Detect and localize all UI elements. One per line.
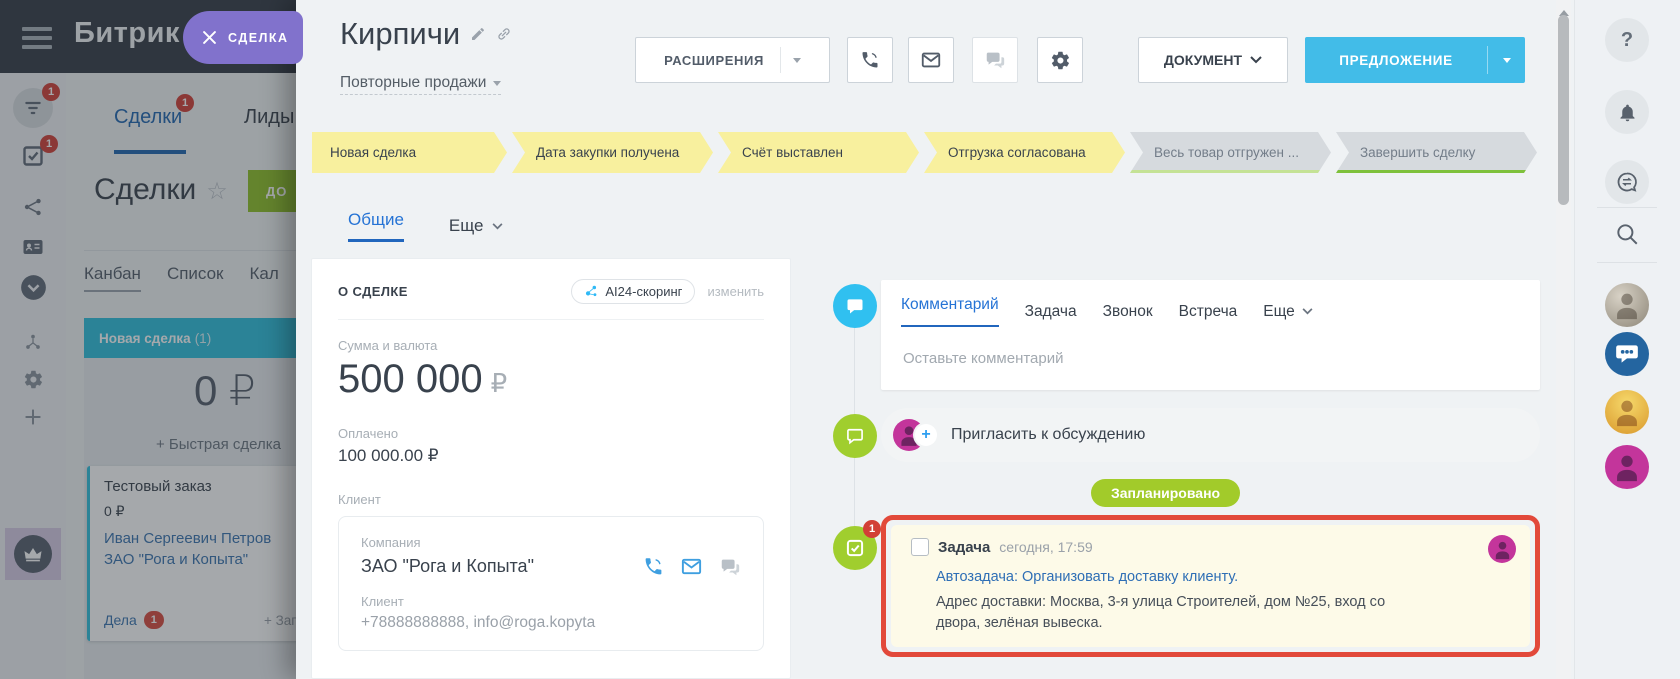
help-icon[interactable]: ? bbox=[1605, 18, 1649, 62]
tab-task[interactable]: Задача bbox=[1025, 296, 1077, 327]
activity-tabs: Комментарий Задача Звонок Встреча Еще bbox=[901, 296, 1520, 327]
planned-badge: Запланировано bbox=[1091, 479, 1240, 507]
deal-slider: Кирпичи Повторные продажи РАСШИРЕНИЯ bbox=[296, 0, 1575, 679]
stage-invoice[interactable]: Счёт выставлен bbox=[718, 132, 919, 173]
divider bbox=[1597, 262, 1657, 263]
caret-down-icon bbox=[493, 81, 501, 90]
right-rail: ? bbox=[1574, 0, 1680, 679]
client-card: Компания ЗАО "Рога и Копыта" bbox=[338, 516, 764, 651]
background-page: Битрик 1 1 bbox=[0, 0, 296, 679]
divider bbox=[1597, 207, 1657, 208]
task-counter-badge: 1 bbox=[863, 520, 881, 538]
currency-symbol: ₽ bbox=[491, 368, 508, 398]
invite-to-discussion[interactable]: + Пригласить к обсуждению bbox=[881, 408, 1540, 462]
close-icon[interactable] bbox=[203, 31, 216, 44]
phone-button[interactable] bbox=[847, 37, 893, 83]
user-avatar[interactable] bbox=[1605, 390, 1649, 434]
caret-down-icon bbox=[793, 58, 801, 67]
task-type: Задача bbox=[938, 539, 990, 556]
stage-new-deal[interactable]: Новая сделка bbox=[312, 132, 507, 173]
comment-node-icon bbox=[833, 284, 877, 328]
scrollbar[interactable] bbox=[1556, 0, 1571, 679]
task-description: Адрес доставки: Москва, 3-я улица Строит… bbox=[936, 592, 1426, 634]
bell-icon[interactable] bbox=[1605, 90, 1649, 134]
gear-button[interactable] bbox=[1037, 37, 1083, 83]
task-card[interactable]: Задача сегодня, 17:59 Автозадача: Органи… bbox=[891, 525, 1530, 647]
messenger-icon[interactable] bbox=[1605, 160, 1649, 204]
tab-more[interactable]: Еще bbox=[449, 210, 503, 242]
pipeline-selector[interactable]: Повторные продажи bbox=[340, 74, 501, 95]
timeline: 1 Комментарий Задача Звонок Встреча Еще bbox=[833, 258, 1540, 679]
about-title: О СДЕЛКЕ bbox=[338, 284, 408, 299]
company-label: Компания bbox=[361, 535, 741, 550]
user-avatar[interactable] bbox=[1605, 283, 1649, 327]
proposal-button[interactable]: ПРЕДЛОЖЕНИЕ bbox=[1305, 37, 1525, 83]
dim-overlay bbox=[0, 0, 296, 679]
stage-purchase-date[interactable]: Дата закупки получена bbox=[512, 132, 713, 173]
company-link[interactable]: ЗАО "Рога и Копыта" bbox=[361, 556, 534, 577]
tab-more-activities[interactable]: Еще bbox=[1263, 296, 1313, 327]
task-checkbox[interactable] bbox=[911, 538, 929, 556]
slider-tab[interactable]: СДЕЛКА bbox=[183, 11, 303, 64]
avatar bbox=[1488, 535, 1516, 563]
slider-tab-label: СДЕЛКА bbox=[228, 31, 289, 45]
deal-tabs: Общие Еще bbox=[348, 210, 503, 242]
client-contacts[interactable]: +78888888888, info@roga.kopyta bbox=[361, 614, 741, 632]
deal-title: Кирпичи bbox=[340, 16, 512, 52]
phone-icon[interactable] bbox=[643, 556, 664, 577]
extensions-button[interactable]: РАСШИРЕНИЯ bbox=[635, 37, 830, 83]
edit-link[interactable]: изменить bbox=[707, 284, 764, 299]
task-title-link[interactable]: Автозадача: Организовать доставку клиент… bbox=[936, 569, 1510, 585]
user-avatar[interactable] bbox=[1605, 445, 1649, 489]
molecule-icon bbox=[584, 284, 599, 299]
about-deal-card: О СДЕЛКЕ AI24-скоринг изменить Сумма и в… bbox=[311, 258, 791, 679]
document-button[interactable]: ДОКУМЕНТ bbox=[1138, 37, 1288, 83]
stage-goods-shipped[interactable]: Весь товар отгружен ... bbox=[1130, 132, 1331, 173]
sum-label: Сумма и валюта bbox=[338, 338, 764, 353]
screen: Битрик 1 1 bbox=[0, 0, 1680, 679]
link-icon[interactable] bbox=[496, 26, 512, 42]
add-user-icon: + bbox=[915, 424, 937, 446]
chat-button[interactable] bbox=[972, 37, 1018, 83]
highlighted-task: Задача сегодня, 17:59 Автозадача: Органи… bbox=[881, 515, 1540, 657]
tab-comment[interactable]: Комментарий bbox=[901, 296, 999, 327]
stage-close-deal[interactable]: Завершить сделку bbox=[1336, 132, 1537, 173]
chat-icon[interactable] bbox=[719, 556, 741, 578]
stage-bar: Новая сделка Дата закупки получена Счёт … bbox=[312, 132, 1537, 173]
search-icon[interactable] bbox=[1605, 212, 1649, 256]
divider bbox=[780, 47, 781, 73]
edit-icon[interactable] bbox=[470, 26, 486, 42]
chevron-down-icon bbox=[1250, 56, 1262, 64]
proposal-dropdown[interactable] bbox=[1488, 54, 1525, 67]
scrollbar-thumb[interactable] bbox=[1558, 15, 1569, 205]
mail-icon[interactable] bbox=[680, 555, 703, 578]
discussion-node-icon bbox=[833, 414, 877, 458]
client-label: Клиент bbox=[338, 492, 764, 507]
deal-sum: 500 000₽ bbox=[338, 358, 764, 400]
paid-value: 100 000.00 ₽ bbox=[338, 446, 764, 466]
new-activity-card: Комментарий Задача Звонок Встреча Еще bbox=[881, 280, 1540, 390]
ai-scoring-button[interactable]: AI24-скоринг bbox=[571, 279, 695, 304]
invite-label: Пригласить к обсуждению bbox=[951, 426, 1145, 444]
client-field-label: Клиент bbox=[361, 594, 741, 609]
deal-toolbar: РАСШИРЕНИЯ ДОКУМЕНТ ПРЕДЛОЖЕНИЕ bbox=[635, 37, 1525, 83]
paid-label: Оплачено bbox=[338, 426, 764, 441]
tab-general[interactable]: Общие bbox=[348, 210, 404, 242]
chevron-down-icon bbox=[1302, 308, 1313, 315]
task-time: сегодня, 17:59 bbox=[999, 539, 1092, 555]
group-chat-avatar[interactable] bbox=[1605, 332, 1649, 376]
caret-down-icon bbox=[1503, 58, 1511, 67]
tab-call[interactable]: Звонок bbox=[1103, 296, 1153, 327]
mail-button[interactable] bbox=[908, 37, 954, 83]
chevron-down-icon bbox=[492, 223, 503, 230]
stage-shipping-approved[interactable]: Отгрузка согласована bbox=[924, 132, 1125, 173]
divider bbox=[338, 319, 764, 320]
task-node-icon: 1 bbox=[833, 526, 877, 570]
tab-meeting[interactable]: Встреча bbox=[1179, 296, 1238, 327]
comment-input[interactable] bbox=[901, 349, 1493, 368]
